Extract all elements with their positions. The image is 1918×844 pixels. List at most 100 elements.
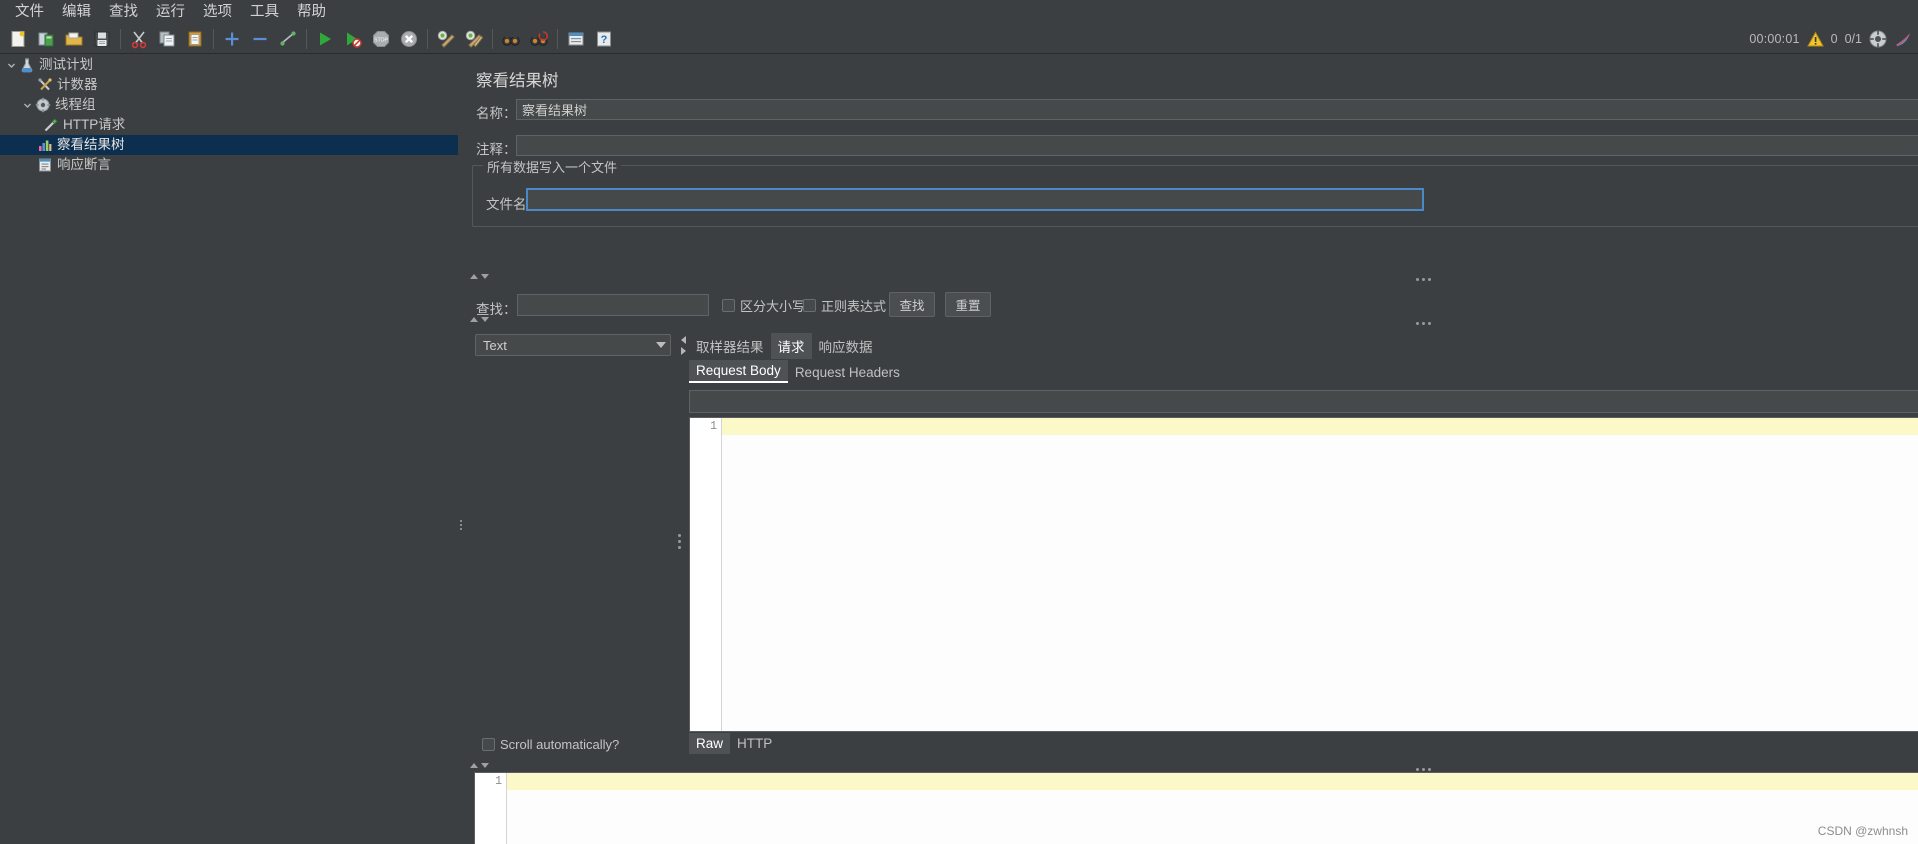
- renderer-select[interactable]: Text: [475, 334, 671, 356]
- search-input[interactable]: [517, 294, 709, 316]
- watermark: CSDN @zwhnsh: [1817, 824, 1908, 838]
- menu-help[interactable]: 帮助: [288, 1, 335, 23]
- editor-code-area[interactable]: [507, 773, 1918, 844]
- toolbar-search[interactable]: [498, 26, 524, 52]
- tree-node-response-assertion[interactable]: 响应断言: [0, 155, 458, 175]
- toolbar-clear[interactable]: [433, 26, 459, 52]
- menu-file[interactable]: 文件: [6, 1, 53, 23]
- toolbar-search-reset[interactable]: [526, 26, 552, 52]
- tab-response-data[interactable]: 响应数据: [812, 333, 880, 359]
- horizontal-splitter-1[interactable]: [464, 275, 1918, 284]
- search-regexp-checkbox[interactable]: 正则表达式: [803, 296, 886, 315]
- body-find-input[interactable]: [689, 390, 1918, 413]
- triangle-left-icon[interactable]: [681, 336, 686, 344]
- toolbar-cut[interactable]: [126, 26, 152, 52]
- menu-search[interactable]: 查找: [100, 1, 147, 23]
- svg-text:?: ?: [601, 34, 608, 46]
- menu-bar: 文件 编辑 查找 运行 选项 工具 帮助: [0, 0, 1918, 24]
- checkbox-box: [722, 299, 735, 312]
- scroll-automatically-checkbox[interactable]: Scroll automatically?: [482, 737, 619, 752]
- chevron-down-icon[interactable]: [656, 342, 666, 348]
- test-plan-tree[interactable]: 测试计划 计数器 线程组 HTTP请求 察看结果树 响应断言: [0, 55, 458, 844]
- toolbar-templates[interactable]: [33, 26, 59, 52]
- tree-node-counter[interactable]: 计数器: [0, 75, 458, 95]
- active-threads: 0/1: [1844, 32, 1862, 46]
- tab-http[interactable]: HTTP: [730, 733, 779, 754]
- toolbar-save[interactable]: [89, 26, 115, 52]
- request-body-editor[interactable]: 1: [689, 417, 1918, 732]
- tree-node-label: 线程组: [55, 97, 96, 112]
- tree-node-label: 响应断言: [57, 157, 111, 172]
- comment-input[interactable]: [516, 135, 1918, 156]
- warning-triangle-icon[interactable]: [1806, 30, 1824, 48]
- clear-icon: [437, 30, 455, 48]
- toolbar-start[interactable]: [312, 26, 338, 52]
- chevron-down-icon[interactable]: [4, 58, 18, 72]
- search-find-button[interactable]: 查找: [889, 292, 935, 317]
- tab-request-body[interactable]: Request Body: [689, 360, 788, 383]
- tab-request[interactable]: 请求: [770, 333, 812, 359]
- horizontal-splitter-2[interactable]: [464, 319, 1918, 328]
- splitter-grip: [678, 534, 681, 549]
- view-results-icon: [36, 137, 53, 154]
- tab-request-headers[interactable]: Request Headers: [788, 362, 907, 383]
- toolbar-separator-6: [557, 28, 558, 49]
- warning-count: 0: [1830, 32, 1838, 46]
- editor-content[interactable]: [507, 790, 1918, 844]
- results-tree-list[interactable]: [475, 361, 671, 741]
- menu-options[interactable]: 选项: [194, 1, 241, 23]
- toolbar-toggle[interactable]: [275, 26, 301, 52]
- toolbar-clear-all[interactable]: [461, 26, 487, 52]
- toolbar-help[interactable]: ?: [591, 26, 617, 52]
- menu-run[interactable]: 运行: [147, 1, 194, 23]
- filename-input[interactable]: [526, 188, 1424, 211]
- toolbar-paste[interactable]: [182, 26, 208, 52]
- renderer-selected-value: Text: [483, 337, 507, 353]
- toolbar-shutdown[interactable]: [396, 26, 422, 52]
- filename-label: 文件名: [486, 197, 527, 212]
- toolbar-collapse[interactable]: [247, 26, 273, 52]
- search-regexp-label: 正则表达式: [821, 299, 887, 314]
- name-input[interactable]: [516, 99, 1918, 120]
- toggle-icon: [280, 30, 296, 46]
- checkbox-box: [803, 299, 816, 312]
- tab-raw[interactable]: Raw: [689, 733, 731, 754]
- toolbar-separator-5: [492, 28, 493, 49]
- chevron-down-icon[interactable]: [20, 98, 34, 112]
- editor-code-area[interactable]: [722, 418, 1918, 731]
- minus-icon: [253, 37, 267, 40]
- tree-node-label: HTTP请求: [63, 117, 126, 132]
- tab-scroll-arrows[interactable]: [681, 336, 686, 355]
- toolbar-stop[interactable]: STOP: [368, 26, 394, 52]
- menu-tools[interactable]: 工具: [241, 1, 288, 23]
- results-inner-splitter[interactable]: [676, 334, 682, 745]
- tree-node-label: 测试计划: [39, 57, 93, 72]
- save-icon: [94, 31, 110, 46]
- tree-node-http-request[interactable]: HTTP请求: [0, 115, 458, 135]
- toolbar-open[interactable]: [61, 26, 87, 52]
- toolbar-start-no-pauses[interactable]: [340, 26, 366, 52]
- log-editor[interactable]: 1: [474, 772, 1918, 844]
- search-case-sensitive-checkbox[interactable]: 区分大小写: [722, 296, 805, 315]
- shutdown-icon: [401, 30, 417, 47]
- search-reset-button[interactable]: 重置: [945, 292, 991, 317]
- toolbar-new[interactable]: [5, 26, 31, 52]
- tree-node-thread-group[interactable]: 线程组: [0, 95, 458, 115]
- editor-content[interactable]: [722, 435, 1918, 731]
- tree-node-test-plan[interactable]: 测试计划: [0, 55, 458, 75]
- stop-icon: STOP: [373, 30, 389, 47]
- triangle-right-icon[interactable]: [681, 347, 686, 355]
- http-request-icon: [42, 117, 59, 134]
- toolbar-copy[interactable]: [154, 26, 180, 52]
- menu-edit[interactable]: 编辑: [53, 1, 100, 23]
- result-tabs: 取样器结果 请求 响应数据: [689, 333, 880, 359]
- tab-sampler-result[interactable]: 取样器结果: [689, 333, 771, 359]
- svg-text:STOP: STOP: [374, 37, 389, 43]
- toolbar-separator-1: [120, 28, 121, 49]
- assertion-icon: [36, 157, 53, 174]
- toolbar-expand[interactable]: [219, 26, 245, 52]
- toolbar-function-helper[interactable]: [563, 26, 589, 52]
- tree-node-view-results-tree[interactable]: 察看结果树: [0, 135, 458, 155]
- view-results-tree-panel: 察看结果树 名称： 注释： 所有数据写入一个文件 文件名 浏览… 显示日志内容：…: [464, 55, 1918, 844]
